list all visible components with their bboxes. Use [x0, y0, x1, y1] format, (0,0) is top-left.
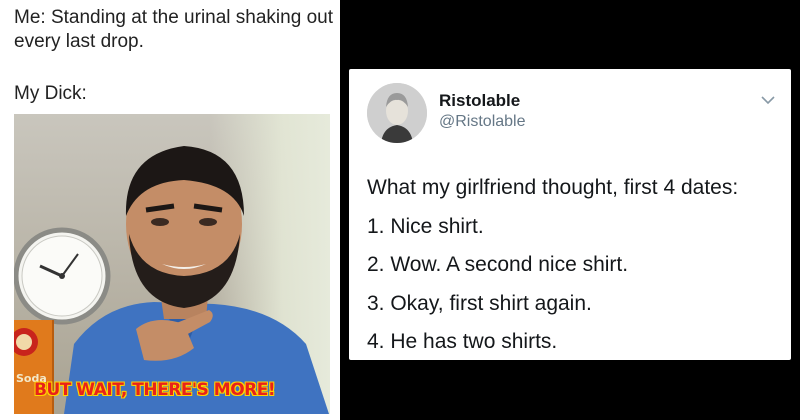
tweet-line: 1. Nice shirt. — [367, 214, 484, 238]
avatar[interactable] — [367, 83, 427, 143]
meme-caption-top: Me: Standing at the urinal shaking out e… — [14, 7, 333, 52]
left-meme-panel: Me: Standing at the urinal shaking out e… — [0, 0, 340, 420]
meme-overlay-text: BUT WAIT, THERE'S MORE! — [34, 380, 276, 400]
pitchman-figure — [64, 146, 329, 414]
portrait-avatar-icon — [367, 83, 427, 143]
meme-caption-bottom: My Dick: — [14, 83, 87, 104]
tweet-handle[interactable]: @Ristolable — [439, 113, 526, 131]
tweet-line: 2. Wow. A second nice shirt. — [367, 253, 629, 276]
tweet-line: What my girlfriend thought, first 4 date… — [367, 176, 739, 199]
tweet-body: What my girlfriend thought, first 4 date… — [367, 169, 787, 362]
tweet-line: 3. Okay, first shirt again. — [367, 291, 592, 315]
meme-photo: Soda BUT WAIT, THERE'S MORE! — [14, 114, 330, 414]
tweet-line: 4. He has two shirts. — [367, 330, 558, 353]
chevron-down-icon[interactable] — [761, 95, 775, 105]
tweet-card: Ristolable @Ristolable What my girlfrien… — [349, 69, 791, 360]
tweet-display-name[interactable]: Ristolable — [439, 91, 520, 111]
